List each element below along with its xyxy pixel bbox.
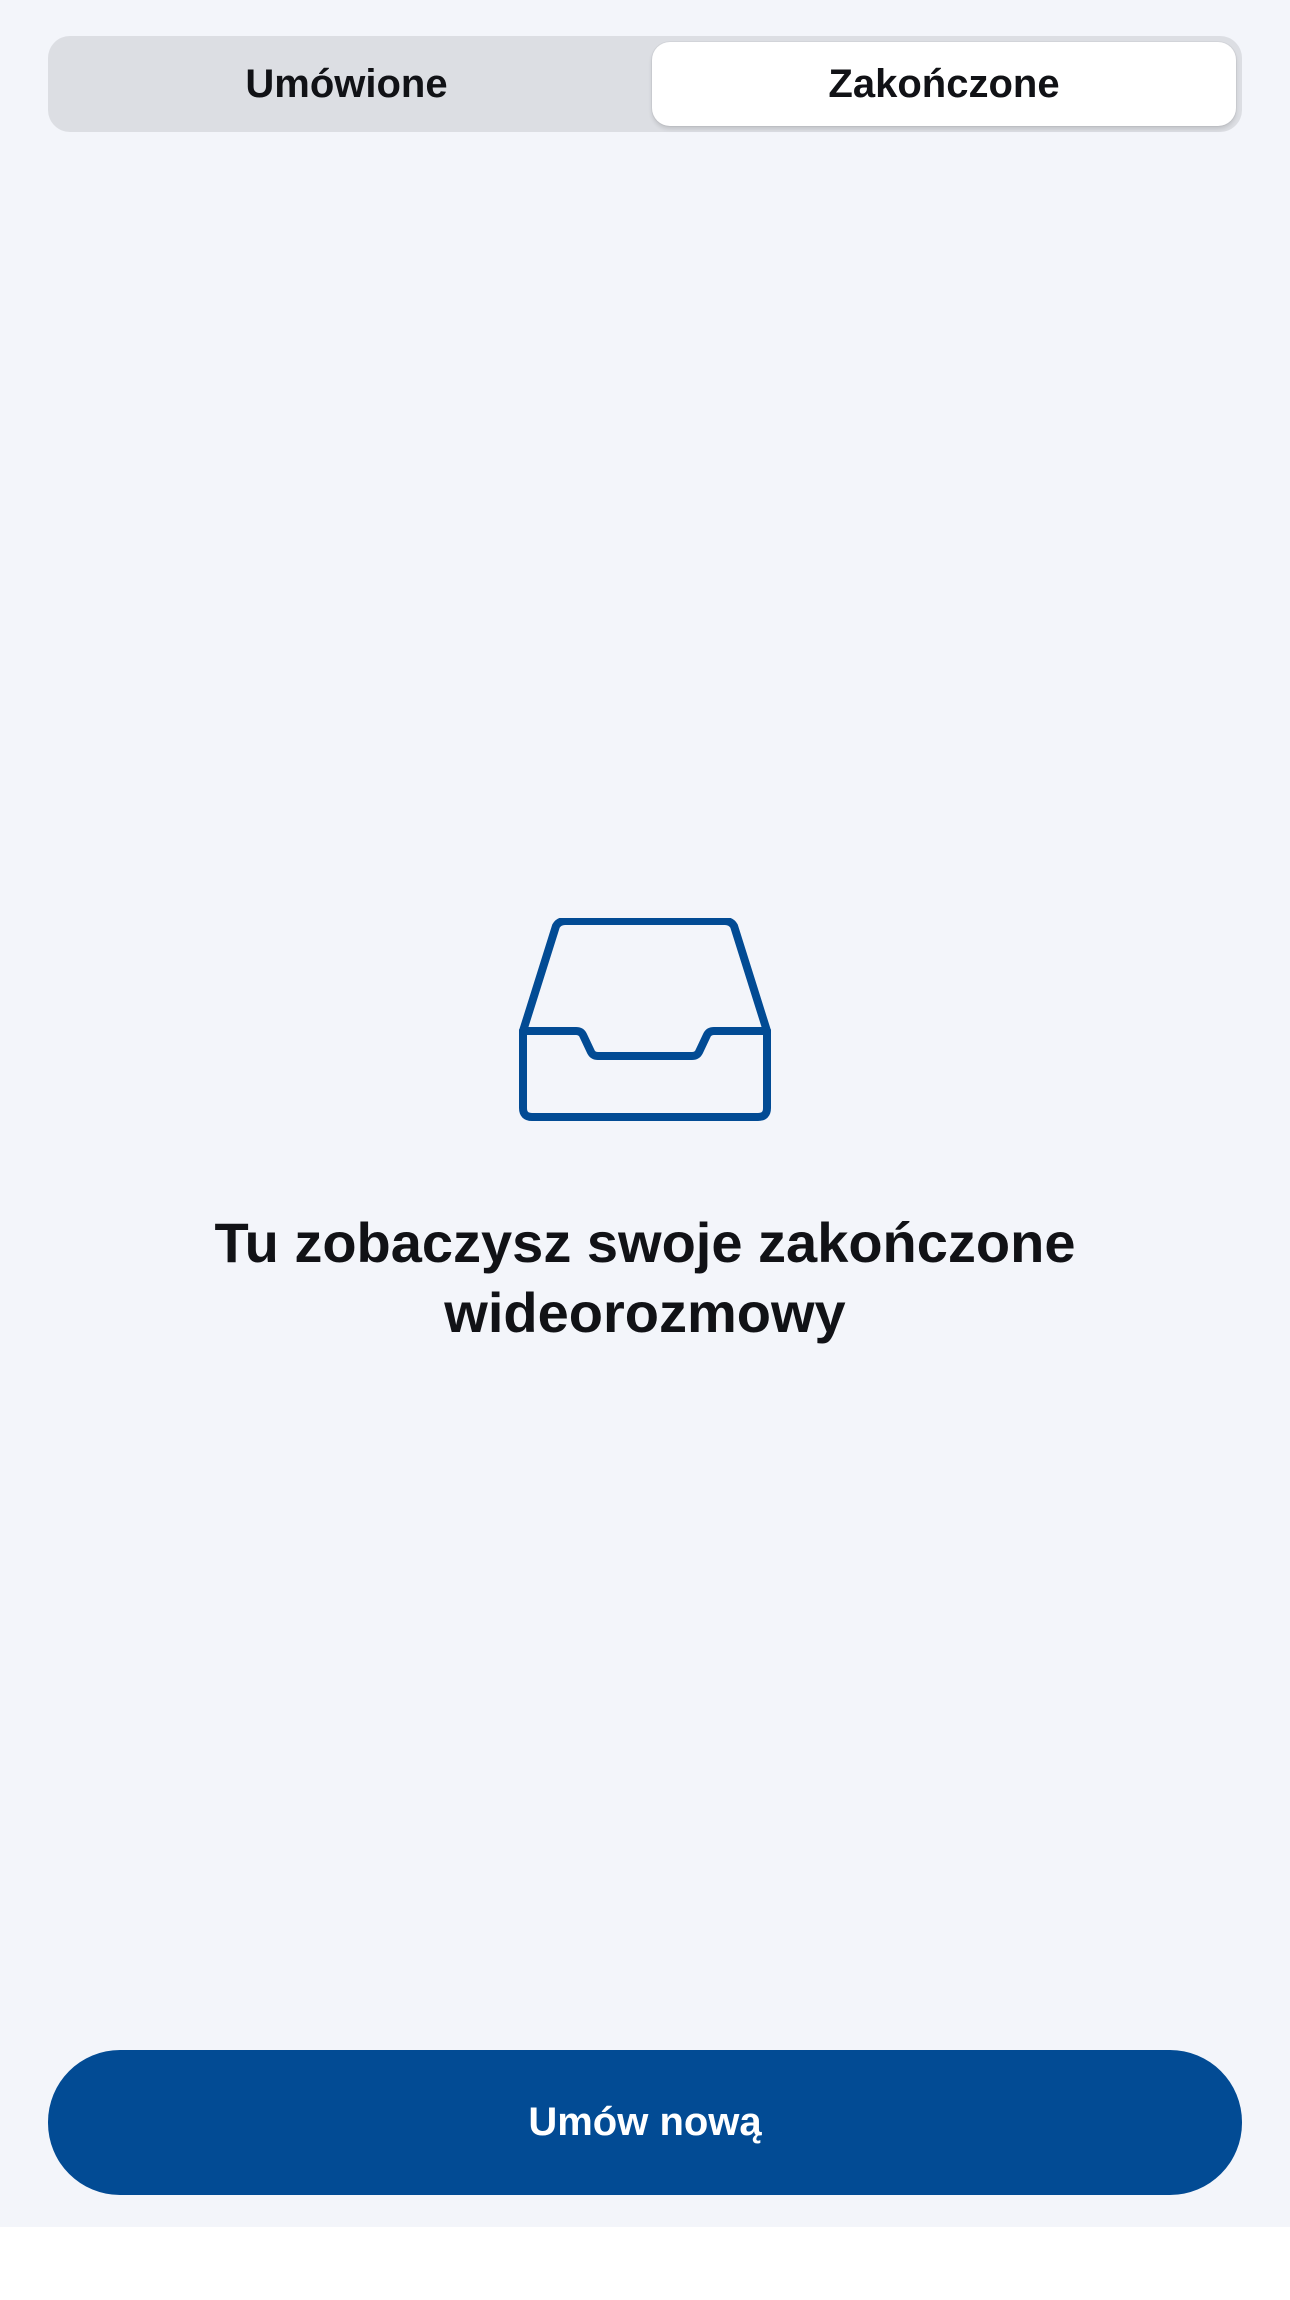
tab-scheduled[interactable]: Umówione [48,36,645,132]
bottom-safe-area [0,2227,1290,2300]
appointment-status-tabs: Umówione Zakończone [48,36,1242,132]
screen: Umówione Zakończone Tu zobaczysz swoje z… [0,0,1290,2227]
empty-state-title: Tu zobaczysz swoje zakończone wideorozmo… [214,1211,1076,1344]
inbox-tray-icon [519,918,771,1121]
schedule-new-button[interactable]: Umów nową [48,2050,1242,2195]
tab-completed[interactable]: Zakończone [652,42,1236,126]
